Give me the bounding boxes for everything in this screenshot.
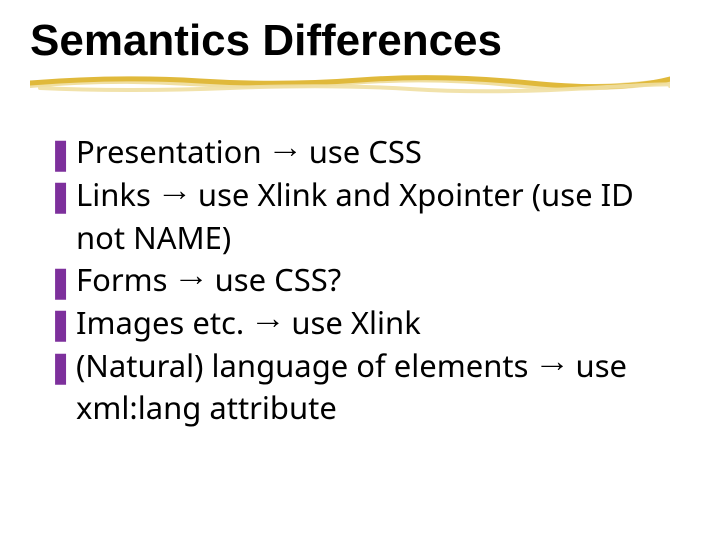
bullet-icon: ❚ (48, 346, 73, 384)
bullet-icon: ❚ (48, 175, 73, 213)
slide-title: Semantics Differences (30, 18, 690, 64)
slide: Semantics Differences ❚ Presentation → u… (0, 0, 720, 540)
bullet-list: ❚ Presentation → use CSS ❚ Links → use X… (30, 130, 690, 429)
bullet-text: (Natural) language of elements → use xml… (76, 331, 627, 438)
decorative-underline (30, 70, 670, 96)
list-item: ❚ (Natural) language of elements → use x… (48, 344, 690, 429)
